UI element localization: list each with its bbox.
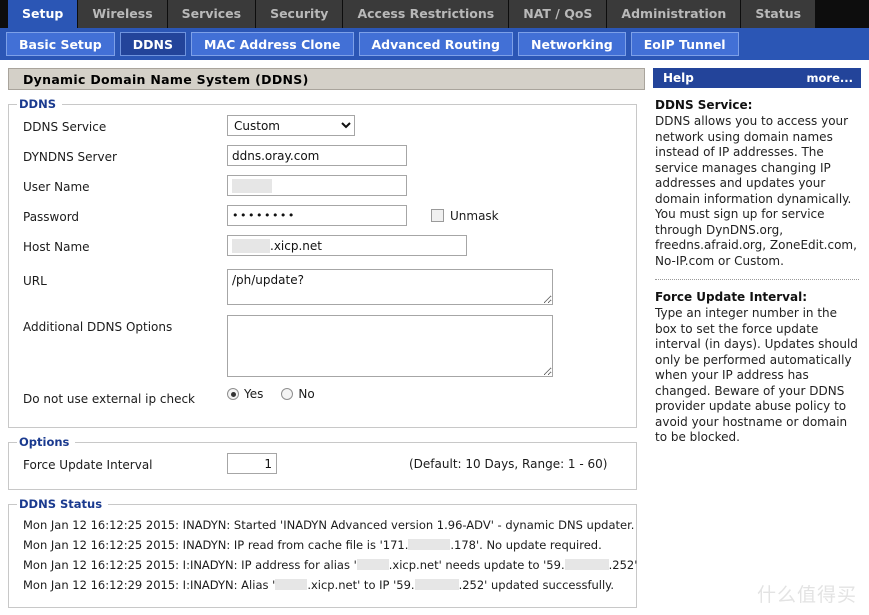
main-tab-access-restrictions[interactable]: Access Restrictions: [343, 0, 510, 28]
external-ip-yes-label: Yes: [244, 387, 264, 401]
url-textarea[interactable]: /ph/update?: [227, 269, 553, 305]
log-line: Mon Jan 12 16:12:25 2015: INADYN: Starte…: [23, 518, 635, 532]
dyndns-server-label: DYNDNS Server: [23, 150, 117, 164]
url-label: URL: [23, 274, 47, 288]
hostname-label: Host Name: [23, 240, 90, 254]
redacted-username: [232, 178, 272, 193]
row-ddns-service: DDNS Service Custom: [9, 115, 636, 141]
sub-tab-bar: Basic Setup DDNS MAC Address Clone Advan…: [0, 28, 869, 60]
external-ip-check-label: Do not use external ip check: [23, 392, 196, 406]
options-legend: Options: [17, 435, 76, 449]
options-fieldset: Options Force Update Interval (Default: …: [8, 435, 637, 490]
page-title: Dynamic Domain Name System (DDNS): [8, 68, 645, 90]
help-title: Help: [663, 71, 694, 85]
ddns-service-label: DDNS Service: [23, 120, 107, 134]
page-body: Dynamic Domain Name System (DDNS) DDNS D…: [0, 60, 869, 615]
username-label: User Name: [23, 180, 90, 194]
external-ip-radio-group: Yes No: [227, 387, 333, 401]
redacted-value: [564, 559, 609, 570]
row-url: URL /ph/update?: [9, 269, 636, 305]
router-admin-page: Setup Wireless Services Security Access …: [0, 0, 869, 615]
sub-tab-mac-address-clone[interactable]: MAC Address Clone: [190, 32, 354, 56]
redacted-value: [275, 579, 308, 590]
row-external-ip-check: Do not use external ip check Yes No: [9, 387, 636, 413]
help-panel: Help more... DDNS Service: DDNS allows y…: [645, 60, 869, 456]
unmask-control[interactable]: Unmask: [431, 209, 499, 223]
sub-tab-basic-setup[interactable]: Basic Setup: [6, 32, 115, 56]
help-body: DDNS Service: DDNS allows you to access …: [653, 88, 861, 446]
ddns-service-select[interactable]: Custom: [227, 115, 355, 136]
password-input[interactable]: ••••••••: [227, 205, 407, 226]
log-line: Mon Jan 12 16:12:25 2015: INADYN: IP rea…: [23, 538, 602, 552]
log-line: Mon Jan 12 16:12:25 2015: I:INADYN: IP a…: [23, 558, 638, 572]
additional-options-label: Additional DDNS Options: [23, 320, 173, 334]
url-field: /ph/update?: [227, 269, 636, 305]
main-content: Dynamic Domain Name System (DDNS) DDNS D…: [0, 60, 645, 615]
force-update-interval-hint: (Default: 10 Days, Range: 1 - 60): [409, 456, 608, 471]
help-text-ddns-service: DDNS allows you to access your network u…: [655, 114, 857, 268]
external-ip-check-field: Yes No: [227, 387, 636, 401]
hostname-field: .xicp.net: [227, 235, 636, 256]
main-tab-administration[interactable]: Administration: [607, 0, 742, 28]
sub-tab-ddns[interactable]: DDNS: [119, 32, 186, 56]
row-password: Password •••••••• Unmask: [9, 205, 636, 231]
row-username: User Name: [9, 175, 636, 201]
dyndns-server-input[interactable]: [227, 145, 407, 166]
username-input[interactable]: [227, 175, 407, 196]
main-tab-nat-qos[interactable]: NAT / QoS: [509, 0, 608, 28]
password-label: Password: [23, 210, 80, 224]
redacted-value: [356, 559, 389, 570]
help-heading-ddns-service: DDNS Service:: [655, 98, 753, 112]
password-masked-value: ••••••••: [232, 209, 296, 222]
dyndns-server-field: [227, 145, 636, 166]
help-more-link[interactable]: more...: [807, 68, 853, 88]
password-field: •••••••• Unmask: [227, 205, 636, 226]
external-ip-no-label: No: [298, 387, 315, 401]
watermark: 什么值得买: [756, 584, 857, 606]
main-tab-setup[interactable]: Setup: [8, 0, 79, 28]
main-tab-security[interactable]: Security: [256, 0, 344, 28]
ddns-status-fieldset: DDNS Status Mon Jan 12 16:12:25 2015: IN…: [8, 497, 638, 608]
row-hostname: Host Name .xicp.net: [9, 235, 636, 261]
external-ip-yes-option[interactable]: Yes: [227, 387, 263, 401]
log-line: Mon Jan 12 16:12:29 2015: I:INADYN: Alia…: [23, 578, 615, 592]
username-field: [227, 175, 636, 196]
row-dyndns-server: DYNDNS Server: [9, 145, 636, 171]
help-header: Help more...: [653, 68, 861, 88]
hostname-suffix: .xicp.net: [270, 238, 322, 253]
unmask-label: Unmask: [450, 208, 499, 223]
hostname-input[interactable]: .xicp.net: [227, 235, 467, 256]
radio-unselected-icon[interactable]: [281, 388, 294, 400]
help-divider: [655, 279, 859, 280]
force-update-interval-field: (Default: 10 Days, Range: 1 - 60): [227, 453, 636, 474]
sub-tab-networking[interactable]: Networking: [518, 32, 626, 56]
ddns-legend: DDNS: [17, 97, 62, 111]
redacted-hostname: [232, 238, 270, 253]
external-ip-no-option[interactable]: No: [281, 387, 315, 401]
radio-selected-icon[interactable]: [227, 388, 239, 400]
additional-options-textarea[interactable]: [227, 315, 553, 377]
redacted-value: [408, 539, 451, 550]
sub-tab-eoip-tunnel[interactable]: EoIP Tunnel: [630, 32, 739, 56]
main-tab-status[interactable]: Status: [741, 0, 817, 28]
sub-tab-advanced-routing[interactable]: Advanced Routing: [358, 32, 514, 56]
help-text-force-update: Type an integer number in the box to set…: [655, 306, 858, 444]
main-tab-services[interactable]: Services: [167, 0, 257, 28]
row-force-update-interval: Force Update Interval (Default: 10 Days,…: [9, 453, 636, 479]
force-update-interval-input[interactable]: [227, 453, 277, 474]
row-additional-options: Additional DDNS Options: [9, 315, 636, 377]
main-tab-bar: Setup Wireless Services Security Access …: [0, 0, 869, 28]
ddns-status-log: Mon Jan 12 16:12:25 2015: INADYN: Starte…: [9, 517, 638, 597]
ddns-service-field: Custom: [227, 115, 636, 136]
ddns-status-legend: DDNS Status: [17, 497, 109, 511]
help-heading-force-update: Force Update Interval:: [655, 290, 808, 304]
main-tab-wireless[interactable]: Wireless: [78, 0, 168, 28]
ddns-fieldset: DDNS DDNS Service Custom DYNDNS Server d…: [8, 97, 637, 428]
redacted-value: [414, 579, 459, 590]
force-update-interval-label: Force Update Interval: [23, 458, 153, 472]
unmask-checkbox-icon[interactable]: [431, 209, 444, 222]
additional-options-field: [227, 315, 636, 377]
